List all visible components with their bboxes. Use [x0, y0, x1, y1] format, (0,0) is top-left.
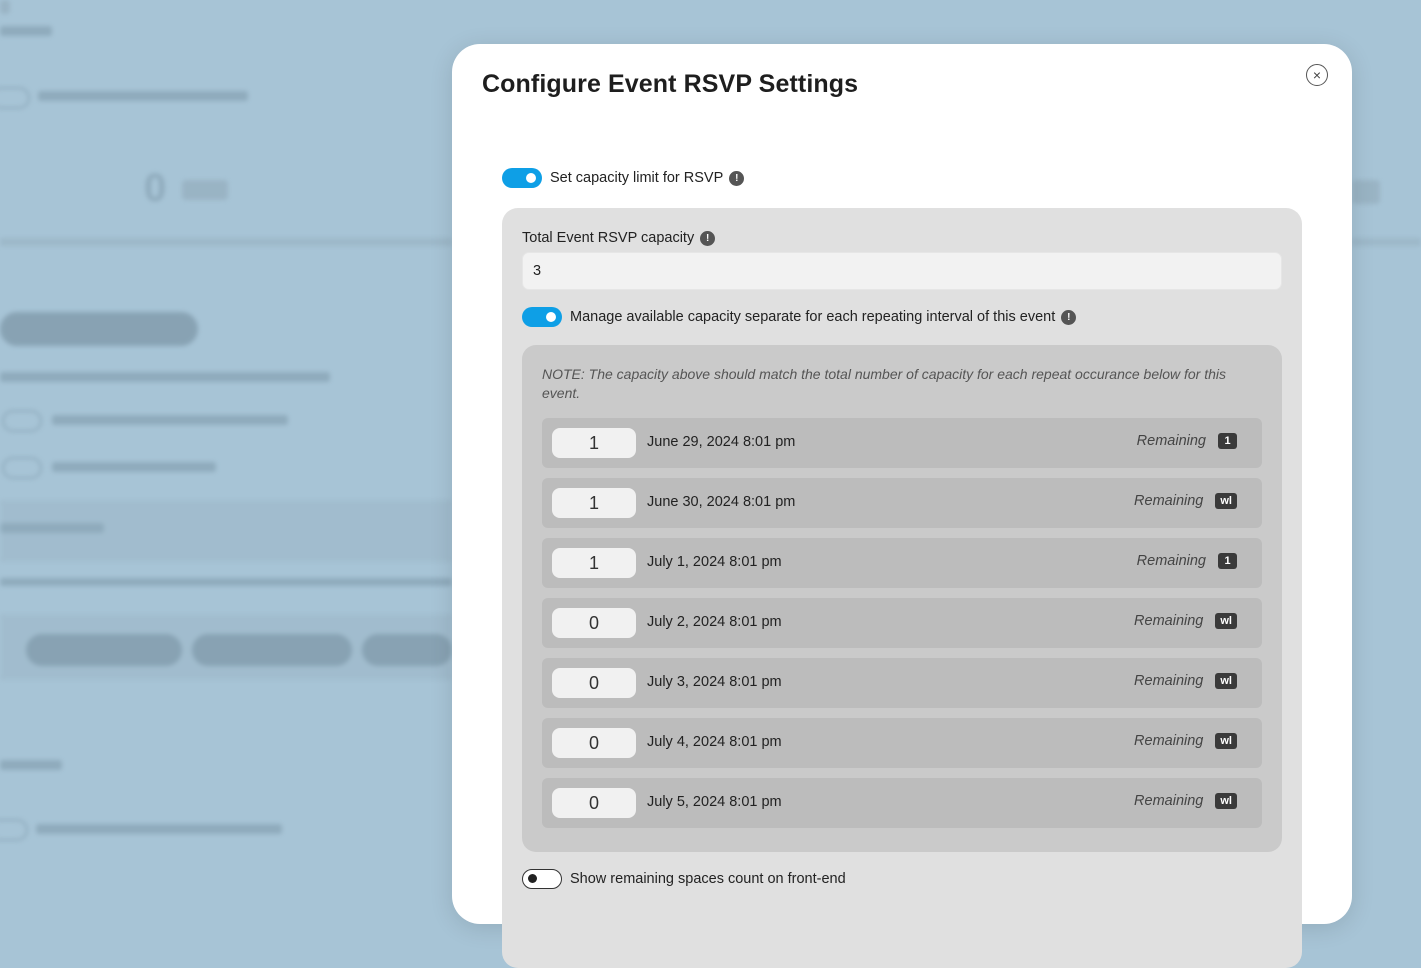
occurrence-capacity-input[interactable] — [552, 548, 636, 578]
bg-text — [52, 415, 288, 425]
occurrence-date: July 4, 2024 8:01 pm — [647, 734, 782, 750]
occurrence-date: July 5, 2024 8:01 pm — [647, 794, 782, 810]
remaining-label: Remaining — [1134, 733, 1204, 749]
bg-toggle — [2, 410, 42, 432]
manage-separately-row: Manage available capacity separate for e… — [522, 307, 1077, 327]
bg-text — [0, 578, 452, 586]
capacity-note: NOTE: The capacity above should match th… — [542, 366, 1227, 401]
bg-text — [36, 824, 282, 834]
remaining-badge: wl — [1215, 733, 1237, 749]
occurrence-row: July 5, 2024 8:01 pm Remaining wl — [542, 778, 1262, 828]
manage-separately-toggle[interactable] — [522, 307, 562, 327]
occurrence-remaining: Remaining 1 — [1137, 553, 1237, 569]
bg-number: 0 — [144, 166, 167, 210]
remaining-label: Remaining — [1136, 553, 1206, 569]
occurrence-capacity-input[interactable] — [552, 788, 636, 818]
occurrence-date: June 29, 2024 8:01 pm — [647, 434, 796, 450]
bg-button — [362, 634, 452, 666]
occurrence-row: June 29, 2024 8:01 pm Remaining 1 — [542, 418, 1262, 468]
occurrence-row: July 4, 2024 8:01 pm Remaining wl — [542, 718, 1262, 768]
occurrence-capacity-input[interactable] — [552, 608, 636, 638]
bg-button — [192, 634, 352, 666]
occurrence-row: July 1, 2024 8:01 pm Remaining 1 — [542, 538, 1262, 588]
occurrence-remaining: Remaining wl — [1134, 493, 1237, 509]
bg-text — [0, 372, 330, 382]
occurrence-date: June 30, 2024 8:01 pm — [647, 494, 796, 510]
total-capacity-label-row: Total Event RSVP capacity ! — [522, 230, 716, 246]
bg-line — [0, 238, 452, 246]
show-remaining-row: Show remaining spaces count on front-end — [522, 869, 846, 889]
occurrence-remaining: Remaining wl — [1134, 793, 1237, 809]
occurrence-capacity-input[interactable] — [552, 488, 636, 518]
close-icon[interactable]: × — [1306, 64, 1328, 86]
occurrence-row: July 2, 2024 8:01 pm Remaining wl — [542, 598, 1262, 648]
remaining-label: Remaining — [1134, 493, 1204, 509]
bg-block — [0, 0, 10, 14]
occurrence-date: July 1, 2024 8:01 pm — [647, 554, 782, 570]
bg-toggle — [0, 819, 28, 841]
total-capacity-input[interactable] — [522, 252, 1282, 290]
occurrence-capacity-input[interactable] — [552, 668, 636, 698]
occurrence-remaining: Remaining wl — [1134, 613, 1237, 629]
bg-toggle — [2, 457, 42, 479]
bg-text — [0, 760, 62, 770]
occurrence-date: July 3, 2024 8:01 pm — [647, 674, 782, 690]
bg-toggle — [0, 87, 30, 109]
remaining-label: Remaining — [1134, 673, 1204, 689]
capacity-limit-row: Set capacity limit for RSVP ! — [502, 168, 745, 188]
occurrence-remaining: Remaining 1 — [1137, 433, 1237, 449]
bg-text — [38, 91, 248, 101]
bg-block — [1352, 180, 1380, 204]
bg-button — [0, 312, 198, 346]
bg-block — [182, 180, 228, 200]
remaining-badge: wl — [1215, 493, 1237, 509]
bg-text — [0, 26, 52, 36]
bg-text — [52, 462, 216, 472]
total-capacity-label: Total Event RSVP capacity — [522, 230, 695, 246]
remaining-badge: wl — [1215, 673, 1237, 689]
occurrence-date: July 2, 2024 8:01 pm — [647, 614, 782, 630]
occurrence-remaining: Remaining wl — [1134, 673, 1237, 689]
info-icon[interactable]: ! — [1061, 309, 1077, 325]
bg-text — [0, 523, 104, 533]
capacity-limit-label: Set capacity limit for RSVP — [550, 170, 724, 186]
capacity-limit-toggle[interactable] — [502, 168, 542, 188]
remaining-label: Remaining — [1134, 793, 1204, 809]
info-icon[interactable]: ! — [700, 230, 716, 246]
show-remaining-label: Show remaining spaces count on front-end — [570, 871, 846, 887]
occurrence-row: July 3, 2024 8:01 pm Remaining wl — [542, 658, 1262, 708]
remaining-label: Remaining — [1136, 433, 1206, 449]
remaining-badge: wl — [1215, 613, 1237, 629]
occurrence-capacity-input[interactable] — [552, 728, 636, 758]
occurrence-capacity-input[interactable] — [552, 428, 636, 458]
occurrence-row: June 30, 2024 8:01 pm Remaining wl — [542, 478, 1262, 528]
capacity-panel: Total Event RSVP capacity ! Manage avail… — [502, 208, 1302, 968]
occurrence-panel: NOTE: The capacity above should match th… — [522, 345, 1282, 852]
show-remaining-toggle[interactable] — [522, 869, 562, 889]
manage-separately-label: Manage available capacity separate for e… — [570, 309, 1056, 325]
remaining-label: Remaining — [1134, 613, 1204, 629]
bg-button — [26, 634, 182, 666]
modal-title: Configure Event RSVP Settings — [482, 70, 859, 98]
info-icon[interactable]: ! — [729, 170, 745, 186]
rsvp-settings-modal: Configure Event RSVP Settings × Set capa… — [452, 44, 1352, 968]
bg-line — [1352, 238, 1421, 246]
remaining-badge: 1 — [1218, 553, 1237, 569]
occurrence-remaining: Remaining wl — [1134, 733, 1237, 749]
remaining-badge: wl — [1215, 793, 1237, 809]
remaining-badge: 1 — [1218, 433, 1237, 449]
